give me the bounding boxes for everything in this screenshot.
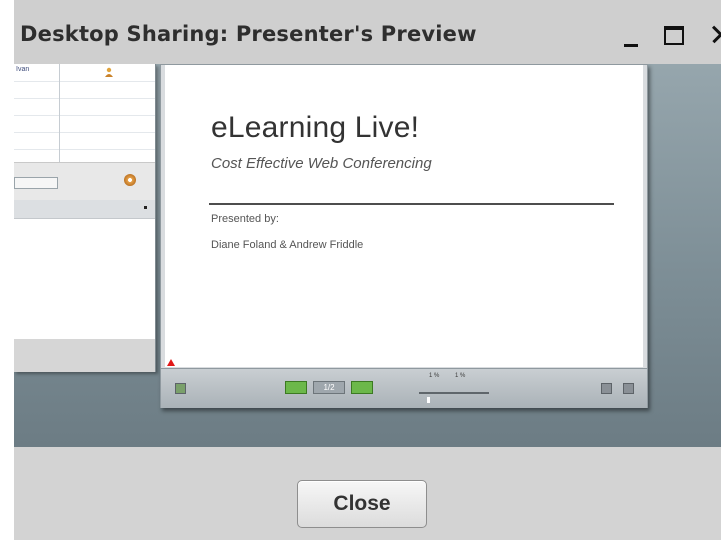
table-row — [14, 98, 155, 116]
shared-screen-viewport: Ivan eLearning Live! Cost Effective Web … — [14, 64, 721, 447]
slide-controls: 1/2 1 % 1 % — [161, 368, 647, 408]
next-slide-icon — [351, 381, 373, 394]
panel-section-header — [14, 200, 155, 219]
panel-input-field — [14, 177, 58, 189]
table-row — [14, 115, 155, 133]
zoom-label-left: 1 % — [429, 373, 440, 379]
table-row — [14, 81, 155, 99]
fit-window-icon — [601, 383, 612, 394]
zoom-slider-thumb — [427, 397, 430, 403]
presenter-names: Diane Foland & Andrew Friddle — [211, 239, 364, 251]
slide-title: eLearning Live! — [211, 111, 420, 144]
page-indicator: 1/2 — [313, 381, 345, 394]
fullscreen-icon — [623, 383, 634, 394]
participants-panel: Ivan — [14, 64, 156, 372]
bullet-icon — [144, 206, 147, 209]
zoom-slider — [419, 392, 489, 394]
slide-subtitle: Cost Effective Web Conferencing — [211, 155, 432, 172]
slide-viewer: eLearning Live! Cost Effective Web Confe… — [160, 64, 648, 408]
panel-list-area — [14, 219, 155, 339]
table-row — [14, 132, 155, 150]
panel-toolbar — [14, 162, 155, 201]
panel-footer — [14, 339, 155, 372]
participants-table: Ivan — [14, 64, 155, 162]
participant-name: Ivan — [16, 66, 30, 73]
slide-thumbnail-icon — [175, 383, 186, 394]
window-title: Desktop Sharing: Presenter's Preview — [20, 22, 477, 46]
window-close-button[interactable] — [702, 18, 721, 50]
settings-icon — [124, 174, 136, 186]
pointer-marker-icon — [167, 359, 175, 366]
presented-by-label: Presented by: — [211, 213, 279, 225]
shared-screen-image: Ivan eLearning Live! Cost Effective Web … — [14, 64, 721, 447]
close-button[interactable]: Close — [297, 480, 427, 528]
minimize-button[interactable] — [620, 18, 650, 50]
previous-slide-icon — [285, 381, 307, 394]
zoom-label-right: 1 % — [455, 373, 466, 379]
presentation-slide: eLearning Live! Cost Effective Web Confe… — [165, 65, 643, 367]
maximize-button[interactable] — [660, 18, 690, 50]
table-row: Ivan — [14, 64, 155, 82]
zoom-labels: 1 % 1 % — [429, 373, 465, 379]
slide-divider — [209, 203, 614, 205]
presenter-preview-dialog: Desktop Sharing: Presenter's Preview Iva… — [14, 0, 721, 540]
person-icon — [105, 67, 113, 77]
column-divider — [59, 64, 60, 162]
title-bar: Desktop Sharing: Presenter's Preview — [14, 0, 721, 64]
